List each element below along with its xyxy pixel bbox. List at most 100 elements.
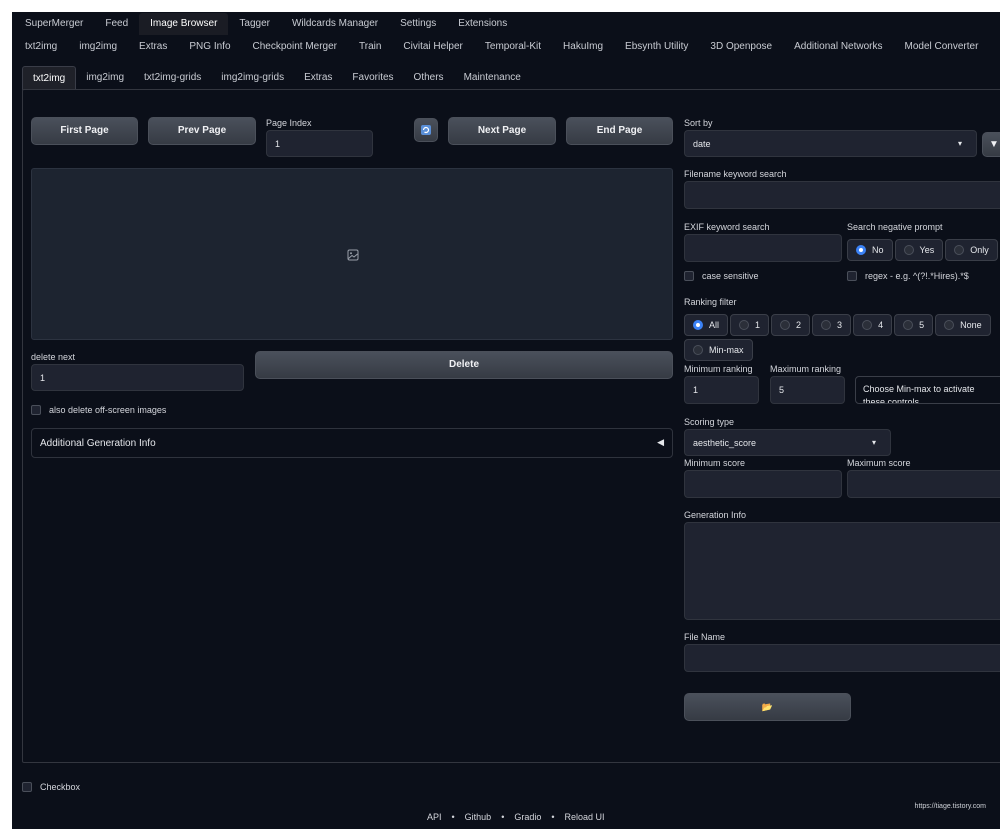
ranking-filter-radio-group: All 1 2 3 4 5 None — [684, 314, 991, 336]
additional-info-accordion[interactable]: Additional Generation Info ◀ — [31, 428, 673, 458]
footer-separator: • — [551, 812, 555, 822]
dropdown-arrow-icon: ▾ — [871, 438, 876, 447]
tab-extensions[interactable]: Extensions — [447, 13, 518, 35]
footer-separator: • — [501, 812, 505, 822]
tab-tagger[interactable]: Tagger — [228, 13, 281, 35]
max-ranking-input[interactable]: 5 — [770, 376, 845, 404]
footer-gradio-link[interactable]: Gradio — [514, 812, 541, 822]
page-index-label: Page Index — [266, 118, 312, 128]
radio-label: All — [709, 320, 720, 330]
regex-checkbox[interactable]: regex - e.g. ^(?!.*Hires).*$ — [847, 271, 969, 281]
tab-hakuimg[interactable]: HakuImg — [552, 36, 614, 58]
open-folder-button[interactable]: 📂 — [684, 693, 851, 721]
tab-settings[interactable]: Settings — [389, 13, 447, 35]
radio-dot — [739, 320, 750, 330]
tab-feed[interactable]: Feed — [94, 13, 139, 35]
browser-tab-favorites[interactable]: Favorites — [342, 66, 403, 90]
tab-png-info[interactable]: PNG Info — [178, 36, 241, 58]
radio-dot — [821, 320, 832, 330]
page-index-input[interactable]: 1 — [266, 130, 373, 157]
dropdown-arrow-icon: ▾ — [957, 139, 962, 148]
radio-ranking-3[interactable]: 3 — [812, 314, 852, 336]
tab-civitai-helper[interactable]: Civitai Helper — [392, 36, 473, 58]
sort-order-button[interactable]: ▼ — [982, 132, 1000, 157]
prev-page-button[interactable]: Prev Page — [148, 117, 256, 145]
checkbox-box[interactable] — [31, 405, 41, 415]
footer: https://tiage.tistory.com API • Github •… — [12, 801, 1000, 829]
radio-ranking-5[interactable]: 5 — [894, 314, 934, 336]
radio-dot — [944, 320, 955, 330]
radio-ranking-min-max[interactable]: Min-max — [684, 339, 753, 361]
case-sensitive-checkbox[interactable]: case sensitive — [684, 271, 759, 281]
browser-tab-bar: txt2img img2img txt2img-grids img2img-gr… — [22, 66, 531, 90]
tab-train[interactable]: Train — [348, 36, 392, 58]
scoring-type-label: Scoring type — [684, 417, 735, 427]
tab-temporal-kit[interactable]: Temporal-Kit — [474, 36, 552, 58]
footer-api-link[interactable]: API — [427, 812, 442, 822]
radio-ranking-1[interactable]: 1 — [730, 314, 770, 336]
min-score-input[interactable] — [684, 470, 842, 498]
radio-dot — [903, 320, 914, 330]
footer-reload-link[interactable]: Reload UI — [565, 812, 605, 822]
bottom-checkbox[interactable]: Checkbox — [22, 782, 80, 792]
tab-extras[interactable]: Extras — [128, 36, 178, 58]
checkbox-box[interactable] — [22, 782, 32, 792]
radio-negative-yes[interactable]: Yes — [894, 239, 944, 261]
tab-additional-networks[interactable]: Additional Networks — [783, 36, 893, 58]
browser-tab-img2img-grids[interactable]: img2img-grids — [211, 66, 294, 90]
sort-desc-icon: ▼ — [989, 139, 999, 150]
browser-tab-maintenance[interactable]: Maintenance — [454, 66, 531, 90]
browser-tab-img2img[interactable]: img2img — [76, 66, 134, 90]
file-name-input[interactable] — [684, 644, 1000, 672]
browser-tab-extras[interactable]: Extras — [294, 66, 342, 90]
radio-label: None — [960, 320, 982, 330]
tab-model-converter[interactable]: Model Converter — [894, 36, 990, 58]
next-page-button[interactable]: Next Page — [448, 117, 556, 145]
tab-image-browser[interactable]: Image Browser — [139, 13, 229, 35]
tab-img2img[interactable]: img2img — [68, 36, 128, 58]
radio-ranking-4[interactable]: 4 — [853, 314, 893, 336]
browser-tab-others[interactable]: Others — [404, 66, 454, 90]
max-score-input[interactable] — [847, 470, 1000, 498]
first-page-button[interactable]: First Page — [31, 117, 138, 145]
tab-3d-openpose[interactable]: 3D Openpose — [699, 36, 783, 58]
image-gallery[interactable] — [31, 168, 673, 340]
min-ranking-input[interactable]: 1 — [684, 376, 759, 404]
collapse-arrow-icon[interactable]: ◀ — [657, 437, 664, 448]
end-page-button[interactable]: End Page — [566, 117, 673, 145]
delete-next-input[interactable]: 1 — [31, 364, 244, 391]
footer-github-link[interactable]: Github — [465, 812, 492, 822]
filename-search-input[interactable] — [684, 181, 1000, 209]
sort-by-select[interactable]: date ▾ — [684, 130, 977, 157]
also-delete-label: also delete off-screen images — [49, 405, 167, 415]
checkbox-box[interactable] — [684, 271, 694, 281]
browser-tab-txt2img[interactable]: txt2img — [22, 66, 77, 90]
max-score-label: Maximum score — [847, 458, 911, 468]
tab-ebsynth-utility[interactable]: Ebsynth Utility — [614, 36, 699, 58]
tab-txt2img[interactable]: txt2img — [14, 36, 68, 58]
browser-tab-txt2img-grids[interactable]: txt2img-grids — [134, 66, 211, 90]
radio-ranking-none[interactable]: None — [935, 314, 991, 336]
top-tab-bar: SuperMerger Feed Image Browser Tagger Wi… — [14, 13, 518, 35]
radio-negative-only[interactable]: Only — [945, 239, 998, 261]
image-placeholder-icon — [347, 249, 359, 261]
scoring-type-select[interactable]: aesthetic_score ▾ — [684, 429, 891, 456]
tab-supermerger[interactable]: SuperMerger — [14, 13, 94, 35]
tab-checkpoint-merger[interactable]: Checkpoint Merger — [242, 36, 348, 58]
also-delete-checkbox[interactable]: also delete off-screen images — [31, 405, 166, 415]
exif-search-input[interactable] — [684, 234, 842, 262]
radio-label: 3 — [837, 320, 843, 330]
radio-dot — [903, 245, 914, 255]
tab-wildcards-manager[interactable]: Wildcards Manager — [281, 13, 389, 35]
exif-search-label: EXIF keyword search — [684, 222, 770, 232]
refresh-button[interactable] — [414, 118, 438, 142]
radio-ranking-2[interactable]: 2 — [771, 314, 811, 336]
sub-tab-bar: txt2img img2img Extras PNG Info Checkpoi… — [14, 36, 989, 58]
min-score-label: Minimum score — [684, 458, 746, 468]
radio-negative-no[interactable]: No — [847, 239, 893, 261]
radio-ranking-all[interactable]: All — [684, 314, 729, 336]
checkbox-box[interactable] — [847, 271, 857, 281]
generation-info-textarea[interactable] — [684, 522, 1000, 620]
sort-by-label: Sort by — [684, 118, 713, 128]
delete-button[interactable]: Delete — [255, 351, 673, 379]
